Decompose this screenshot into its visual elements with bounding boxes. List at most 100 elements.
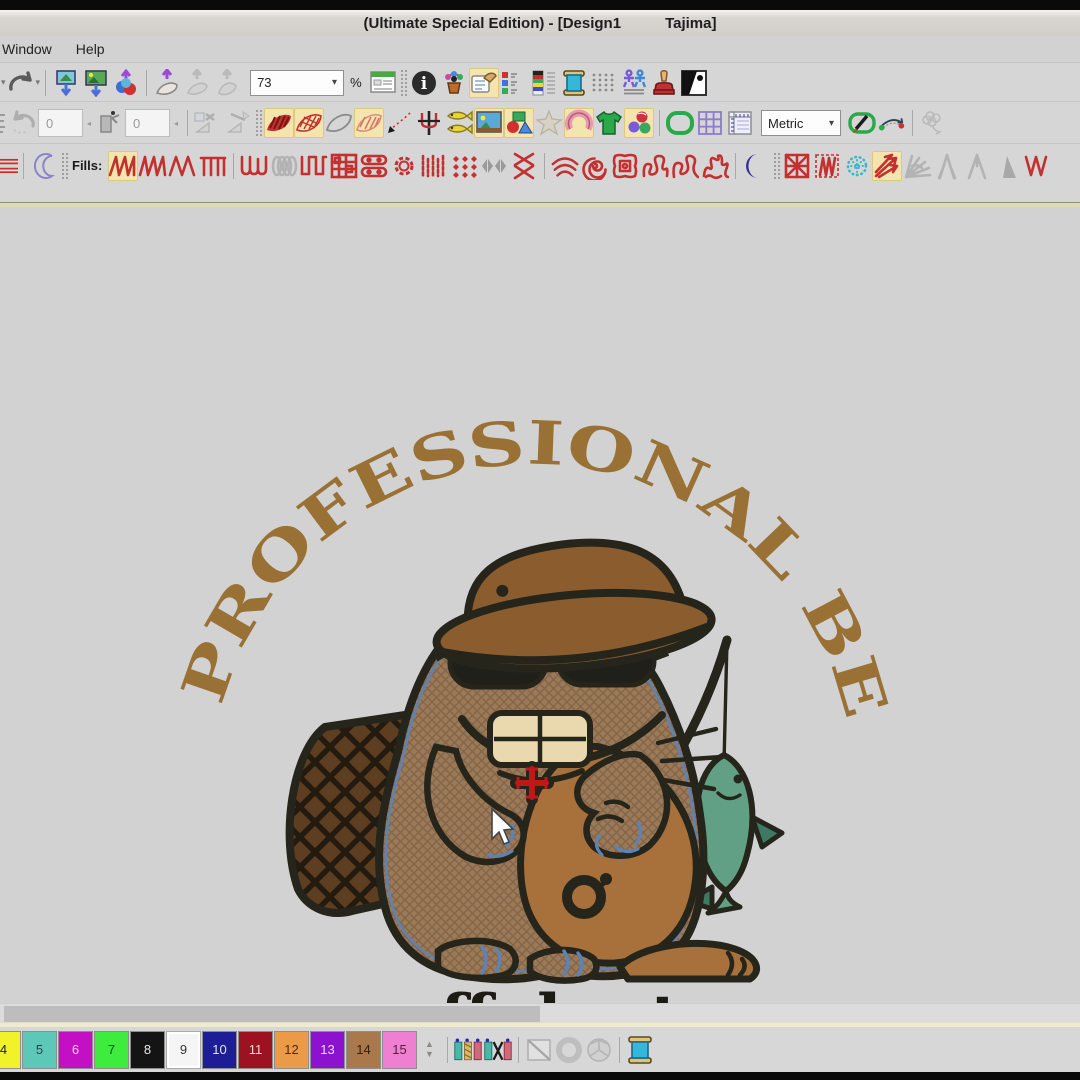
team-names-icon[interactable] (619, 68, 649, 98)
fill-arrow-burst-icon[interactable] (872, 151, 902, 181)
fill-lattice-box-icon[interactable] (329, 151, 359, 181)
hoop-pink-icon[interactable] (564, 108, 594, 138)
fill-meander-1-icon[interactable] (640, 151, 670, 181)
fill-gear-icon[interactable] (389, 151, 419, 181)
thread-stop-icon[interactable] (483, 1035, 513, 1065)
import-design-icon[interactable] (51, 68, 81, 98)
fill-dot-circle-icon[interactable] (842, 151, 872, 181)
export-colors-icon[interactable] (111, 68, 141, 98)
scrollbar-thumb[interactable] (4, 1006, 540, 1022)
spinner-down-icon[interactable]: ▼ (425, 1051, 434, 1058)
palette-swatch-8[interactable]: 8 (130, 1031, 165, 1069)
thread-palette-icon[interactable] (529, 68, 559, 98)
fish-shapes-icon[interactable] (444, 108, 474, 138)
info-icon[interactable]: i (409, 68, 439, 98)
palette-swatch-5[interactable]: 5 (22, 1031, 57, 1069)
length-stepper-icon[interactable]: ◂ (174, 119, 178, 128)
import-image-icon[interactable] (81, 68, 111, 98)
curve-c-icon[interactable] (29, 151, 59, 181)
palette-swatch-11[interactable]: 11 (238, 1031, 273, 1069)
units-caret-icon[interactable]: ▾ (821, 118, 834, 129)
fill-crossed-box-icon[interactable] (782, 151, 812, 181)
stitch-points-icon[interactable] (589, 68, 619, 98)
fill-meander-2-icon[interactable] (670, 151, 700, 181)
fill-xx-icon[interactable] (509, 151, 539, 181)
design-canvas[interactable]: PROFESSIONAL BEAVER (0, 207, 1080, 1003)
redo-icon[interactable] (6, 68, 36, 98)
horizontal-scrollbar[interactable] (0, 1003, 1080, 1024)
image-tool-icon[interactable] (474, 108, 504, 138)
outline-run-icon[interactable] (324, 108, 354, 138)
toolbar-spacer (0, 186, 1080, 202)
bar-fill-icon[interactable] (0, 151, 18, 181)
palette-bar: 456789101112131415 ▲▼ (0, 1027, 1080, 1072)
undo-stepper-icon[interactable]: ◂ (87, 119, 91, 128)
grid-icon[interactable] (695, 108, 725, 138)
measure-arc-icon[interactable] (877, 108, 907, 138)
thread-change-icon[interactable] (453, 1035, 483, 1065)
fill-stitch-box-icon[interactable] (812, 151, 842, 181)
fill-w-clipped-icon[interactable] (1022, 151, 1052, 181)
toolbar-standard: ▾ ▾ 73 ▾ % (0, 62, 1080, 102)
palette-swatch-4[interactable]: 4 (0, 1031, 21, 1069)
contrast-view-icon[interactable] (679, 68, 709, 98)
units-combobox[interactable]: Metric ▾ (761, 110, 841, 136)
spinner-up-icon[interactable]: ▲ (425, 1041, 434, 1048)
fill-zigzag-light-icon[interactable] (168, 151, 198, 181)
segment-select-icon[interactable] (95, 108, 125, 138)
clipped-left-icon (0, 111, 8, 135)
overflow-caret-icon[interactable]: ▾ (1, 77, 6, 88)
fill-dot-grid-icon[interactable] (449, 151, 479, 181)
length-field[interactable]: 0 (125, 109, 170, 137)
fill-ornate-frame-icon[interactable] (610, 151, 640, 181)
undo-count-field[interactable]: 0 (38, 109, 83, 137)
zoom-caret-icon[interactable]: ▾ (324, 77, 337, 88)
palette-swatch-6[interactable]: 6 (58, 1031, 93, 1069)
palette-swatch-13[interactable]: 13 (310, 1031, 345, 1069)
palette-spinner[interactable]: ▲▼ (425, 1041, 434, 1058)
palette-swatch-12[interactable]: 12 (274, 1031, 309, 1069)
fill-chain-icon[interactable] (359, 151, 389, 181)
tshirt-icon[interactable] (594, 108, 624, 138)
manual-stitch-icon[interactable] (384, 108, 414, 138)
fill-u-wave-icon[interactable] (239, 151, 269, 181)
menu-item-window[interactable]: Window (0, 41, 64, 57)
fill-zigzag-icon[interactable] (108, 151, 138, 181)
color-balls-icon[interactable] (624, 108, 654, 138)
satin-stitch-icon[interactable] (264, 108, 294, 138)
palette-swatch-7[interactable]: 7 (94, 1031, 129, 1069)
fill-dash-bars-icon[interactable] (419, 151, 449, 181)
palette-swatch-10[interactable]: 10 (202, 1031, 237, 1069)
menu-item-help[interactable]: Help (64, 41, 117, 57)
palette-swatch-9[interactable]: 9 (166, 1031, 201, 1069)
fill-stitch-icon[interactable] (294, 108, 324, 138)
vector-shapes-icon[interactable] (504, 108, 534, 138)
order-hand-icon[interactable] (469, 68, 499, 98)
fill-square-wave-icon[interactable] (299, 151, 329, 181)
light-fill-icon[interactable] (354, 108, 384, 138)
fill-a-shape-icon (962, 151, 992, 181)
hoop-select-icon[interactable] (665, 108, 695, 138)
stamp-icon[interactable] (649, 68, 679, 98)
branch-tool-icon[interactable] (414, 108, 444, 138)
machine-status-icon[interactable] (439, 68, 469, 98)
bucket-hat[interactable] (429, 532, 715, 679)
crescent-icon[interactable] (741, 151, 771, 181)
fill-arrows-gray-icon (479, 151, 509, 181)
palette-swatch-15[interactable]: 15 (382, 1031, 417, 1069)
spool-view-icon[interactable] (625, 1035, 655, 1065)
punch-upload-icon[interactable] (152, 68, 182, 98)
fill-arcs-icon[interactable] (550, 151, 580, 181)
fill-meander-3-icon[interactable] (700, 151, 730, 181)
thread-spool-icon[interactable] (559, 68, 589, 98)
fill-spiral-icon[interactable] (580, 151, 610, 181)
color-legend-icon[interactable] (499, 68, 529, 98)
palette-swatch-14[interactable]: 14 (346, 1031, 381, 1069)
redo-caret-icon[interactable]: ▾ (36, 77, 41, 88)
grid-ruler-icon[interactable] (725, 108, 755, 138)
fill-pi-lines-icon[interactable] (198, 151, 228, 181)
design-list-icon[interactable] (368, 68, 398, 98)
fill-zigzag-dense-icon[interactable] (138, 151, 168, 181)
hoop-edit-icon[interactable] (847, 108, 877, 138)
zoom-combobox[interactable]: 73 ▾ (250, 70, 344, 96)
